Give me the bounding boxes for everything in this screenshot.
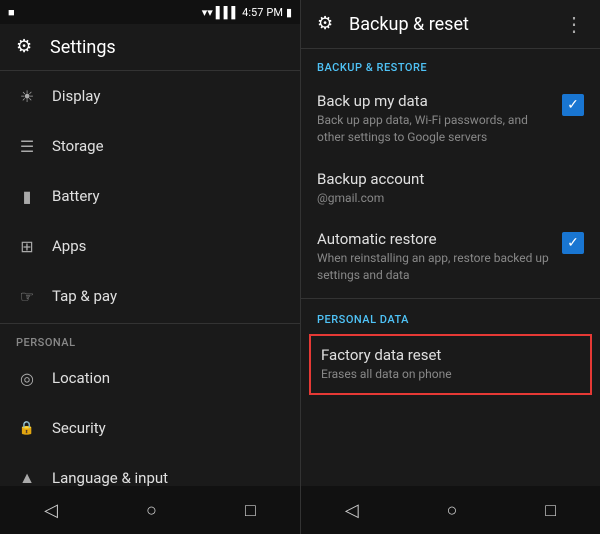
- backup-data-checkbox[interactable]: ✓: [562, 94, 584, 116]
- right-header: Backup & reset ⋮: [301, 0, 600, 49]
- more-options-icon[interactable]: ⋮: [564, 12, 584, 36]
- left-nav-bar: [0, 486, 300, 534]
- personal-data-section-header: PERSONAL DATA: [301, 301, 600, 332]
- setting-item-factory-reset[interactable]: Factory data reset Erases all data on ph…: [309, 334, 592, 395]
- home-button[interactable]: [126, 492, 177, 529]
- setting-subtitle: When reinstalling an app, restore backed…: [317, 250, 552, 284]
- sidebar-item-storage[interactable]: Storage: [0, 121, 300, 171]
- back-button[interactable]: [24, 492, 78, 529]
- sidebar-item-label: Security: [52, 419, 106, 437]
- auto-restore-checkbox[interactable]: ✓: [562, 232, 584, 254]
- sidebar-item-label: Display: [52, 87, 100, 105]
- setting-title: Back up my data: [317, 92, 552, 110]
- sidebar-item-label: Battery: [52, 187, 100, 205]
- signal-icon: ▌▌▌: [216, 6, 239, 19]
- home-button[interactable]: [427, 492, 478, 529]
- status-left: ■: [8, 6, 15, 19]
- divider: [301, 298, 600, 299]
- ampm-display: PM: [266, 6, 283, 19]
- sidebar-item-location[interactable]: Location: [0, 353, 300, 403]
- sidebar-item-security[interactable]: Security: [0, 403, 300, 453]
- gear-icon: [317, 13, 339, 35]
- battery-icon: ▮: [286, 6, 292, 19]
- recents-button[interactable]: [525, 492, 576, 529]
- language-icon: [16, 467, 38, 486]
- setting-text: Factory data reset Erases all data on ph…: [321, 346, 580, 383]
- right-nav-bar: [301, 486, 600, 534]
- sidebar-item-label: Tap & pay: [52, 287, 117, 305]
- setting-text: Automatic restore When reinstalling an a…: [317, 230, 552, 284]
- sidebar-item-apps[interactable]: Apps: [0, 221, 300, 271]
- right-panel: Backup & reset ⋮ BACKUP & RESTORE Back u…: [300, 0, 600, 534]
- time-display: 4:57: [242, 6, 263, 19]
- personal-section-label: PERSONAL: [0, 326, 300, 353]
- backup-section-header: BACKUP & RESTORE: [301, 49, 600, 80]
- sidebar-item-label: Language & input: [52, 469, 168, 486]
- right-content: BACKUP & RESTORE Back up my data Back up…: [301, 49, 600, 486]
- setting-subtitle: Erases all data on phone: [321, 366, 580, 383]
- storage-icon: [16, 135, 38, 157]
- menu-list: Display Storage Battery Apps Tap & pay P…: [0, 71, 300, 486]
- apps-icon: [16, 235, 38, 257]
- status-right: ▾▾ ▌▌▌ 4:57 PM ▮: [202, 6, 292, 19]
- tap-icon: [16, 285, 38, 307]
- setting-text: Backup account @gmail.com: [317, 170, 584, 207]
- battery-icon: [16, 185, 38, 207]
- setting-item-auto-restore[interactable]: Automatic restore When reinstalling an a…: [301, 218, 600, 296]
- sidebar-item-label: Location: [52, 369, 110, 387]
- location-icon: [16, 367, 38, 389]
- settings-title: Settings: [50, 37, 116, 58]
- sidebar-item-label: Apps: [52, 237, 86, 255]
- back-button[interactable]: [325, 492, 379, 529]
- right-title: Backup & reset: [349, 14, 469, 35]
- sidebar-item-battery[interactable]: Battery: [0, 171, 300, 221]
- divider: [0, 323, 300, 324]
- setting-title: Automatic restore: [317, 230, 552, 248]
- gear-icon: [16, 36, 38, 58]
- sidebar-item-label: Storage: [52, 137, 104, 155]
- recents-button[interactable]: [225, 492, 276, 529]
- setting-item-backup-data[interactable]: Back up my data Back up app data, Wi-Fi …: [301, 80, 600, 158]
- left-panel: ■ ▾▾ ▌▌▌ 4:57 PM ▮ Settings Display Stor…: [0, 0, 300, 534]
- security-icon: [16, 417, 38, 439]
- sidebar-item-tap-pay[interactable]: Tap & pay: [0, 271, 300, 321]
- setting-subtitle: @gmail.com: [317, 190, 584, 207]
- notification-icon: ■: [8, 6, 15, 19]
- setting-title: Backup account: [317, 170, 584, 188]
- display-icon: [16, 85, 38, 107]
- right-header-left: Backup & reset: [317, 13, 469, 35]
- status-bar: ■ ▾▾ ▌▌▌ 4:57 PM ▮: [0, 0, 300, 24]
- setting-text: Back up my data Back up app data, Wi-Fi …: [317, 92, 552, 146]
- setting-title: Factory data reset: [321, 346, 580, 364]
- sidebar-item-display[interactable]: Display: [0, 71, 300, 121]
- setting-subtitle: Back up app data, Wi-Fi passwords, and o…: [317, 112, 552, 146]
- settings-header: Settings: [0, 24, 300, 71]
- wifi-icon: ▾▾: [202, 6, 213, 19]
- setting-item-backup-account[interactable]: Backup account @gmail.com: [301, 158, 600, 219]
- sidebar-item-language[interactable]: Language & input: [0, 453, 300, 486]
